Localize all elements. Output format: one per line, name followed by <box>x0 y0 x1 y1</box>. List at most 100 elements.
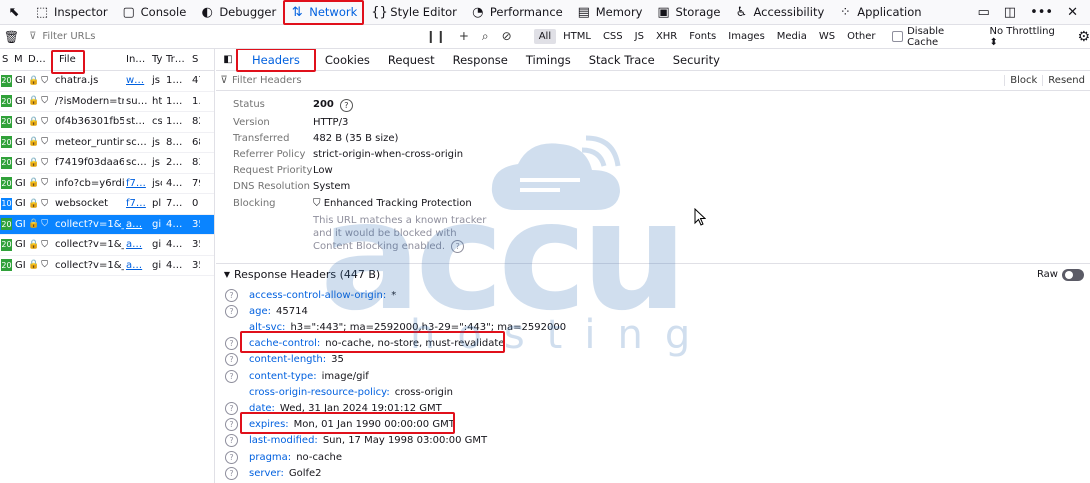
block-icon[interactable]: ⊘ <box>502 29 512 44</box>
toggle-switch[interactable] <box>1062 268 1084 281</box>
request-list: S M D… File In… Ty Tr… S 20 GI 🔒 ⛉ chatra.js… <box>0 49 215 483</box>
table-row[interactable]: 20GI🔒⛉ collect?v=1&_a…gi 4… 35 <box>0 214 214 235</box>
initiator-cell[interactable]: a… <box>124 239 150 250</box>
filter-urls-input[interactable] <box>42 31 408 42</box>
responsive-mode-icon[interactable]: ▭ <box>977 5 989 20</box>
table-row[interactable]: 10 GI 🔒 ⛉ websocket f7… pl 7… 0 <box>0 194 214 215</box>
toggle-pane-icon[interactable]: ◧ <box>220 54 236 65</box>
table-row[interactable]: 20GI🔒⛉ meteor_runtimsc… js 8… 68 <box>0 133 214 153</box>
tab-accessibility[interactable]: ♿ Accessibility <box>728 0 832 25</box>
table-row[interactable]: 20GI🔒⛉ 0f4b36301fb5st… cs 1… 82 <box>0 112 214 133</box>
help-icon[interactable]: ? <box>451 240 465 253</box>
help-icon[interactable]: ? <box>225 369 238 383</box>
response-headers-section[interactable]: ▼ Response Headers (447 B) Raw <box>216 263 1090 285</box>
summary-transferred: Transferred 482 B (35 B size) <box>233 133 398 144</box>
header-value: 35 <box>331 354 344 366</box>
table-row[interactable]: 20GI🔒⛉ f7419f03daa6sc… js 2… 83 <box>0 153 214 174</box>
search-icon[interactable]: ⌕ <box>482 29 489 44</box>
tab-response[interactable]: Response <box>444 49 517 71</box>
raw-toggle[interactable]: Raw <box>1037 268 1084 281</box>
lock-icon: 🔒 <box>28 96 40 107</box>
help-icon[interactable]: ? <box>225 337 238 351</box>
initiator-cell[interactable]: w… <box>124 75 150 86</box>
more-options-icon[interactable]: ••• <box>1030 5 1053 20</box>
help-icon[interactable]: ? <box>225 418 238 432</box>
col-transferred[interactable]: Tr… <box>162 54 190 65</box>
response-header-row[interactable]: ? last-modified: Sun, 17 May 1998 03:00:00… <box>225 433 487 449</box>
col-domain[interactable]: D… <box>26 54 51 65</box>
table-row[interactable]: 20GI🔒⛉ info?cb=y6rdif7…jsc 4… 79 <box>0 174 214 194</box>
tab-headers[interactable]: Headers <box>236 49 316 72</box>
response-header-row[interactable]: ? access-control-allow-origin: * <box>225 287 396 303</box>
request-list-header: S M D… File In… Ty Tr… S <box>0 49 214 74</box>
add-icon[interactable]: + <box>459 29 469 44</box>
help-icon[interactable]: ? <box>225 304 238 318</box>
help-icon[interactable]: ? <box>225 288 238 302</box>
clear-trash-icon[interactable]: 🗑 <box>0 30 23 44</box>
response-header-row[interactable]: cross-origin-resource-policy: cross-origi… <box>225 384 453 400</box>
filter-media[interactable]: Media <box>772 29 812 44</box>
help-icon[interactable]: ? <box>225 353 238 367</box>
response-header-row[interactable]: ? pragma: no-cache <box>225 449 342 465</box>
tab-stack-trace[interactable]: Stack Trace <box>580 49 664 71</box>
help-icon[interactable]: ? <box>225 434 238 448</box>
initiator-cell[interactable]: a… <box>124 260 150 271</box>
resend-button[interactable]: Resend <box>1042 75 1090 86</box>
collapse-triangle-icon[interactable]: ▼ <box>220 270 234 279</box>
col-type[interactable]: Ty <box>150 54 162 65</box>
table-row[interactable]: 20GI🔒⛉ collect?v=1&_a…gi 4… 35 <box>0 256 214 276</box>
response-header-row[interactable]: ? server: Golfe2 <box>225 465 322 481</box>
col-method[interactable]: M <box>12 54 26 65</box>
initiator-cell[interactable]: f7… <box>124 178 150 189</box>
filter-all[interactable]: All <box>533 29 557 44</box>
col-status[interactable]: S <box>0 54 12 65</box>
tab-performance[interactable]: ◔ Performance <box>464 0 570 25</box>
help-icon[interactable]: ? <box>339 99 353 112</box>
filter-other[interactable]: Other <box>842 29 880 44</box>
col-size[interactable]: S <box>190 54 200 65</box>
help-icon[interactable]: ? <box>225 401 238 415</box>
tab-cookies[interactable]: Cookies <box>316 49 379 71</box>
response-header-row[interactable]: ? age: 45714 <box>225 303 308 319</box>
initiator-cell[interactable]: a… <box>124 219 150 230</box>
col-initiator[interactable]: In… <box>124 54 150 65</box>
mouse-cursor-icon <box>694 208 706 226</box>
tab-timings[interactable]: Timings <box>517 49 580 71</box>
gear-icon[interactable]: ⚙ <box>1077 29 1090 45</box>
checkbox-box[interactable] <box>892 31 904 42</box>
tab-label: Inspector <box>54 5 108 19</box>
filter-fonts[interactable]: Fonts <box>684 29 721 44</box>
disable-cache-checkbox[interactable]: Disable Cache <box>892 26 975 48</box>
help-icon[interactable]: ? <box>225 450 238 464</box>
element-picker-button[interactable]: ⬉ <box>0 0 28 25</box>
initiator-cell[interactable]: f7… <box>124 198 150 209</box>
tab-storage[interactable]: ▣ Storage <box>650 0 728 25</box>
filter-headers-input[interactable] <box>232 75 932 86</box>
pause-icon[interactable]: ❙❙ <box>426 29 446 44</box>
response-header-row[interactable]: ? content-length: 35 <box>225 352 344 368</box>
tab-inspector[interactable]: ⬚ Inspector <box>28 0 115 25</box>
response-header-row[interactable]: ? content-type: image/gif <box>225 368 369 384</box>
tab-security[interactable]: Security <box>664 49 729 71</box>
filter-html[interactable]: HTML <box>558 29 596 44</box>
table-row[interactable]: 20GI🔒⛉ /?isModern=truesu… ht 1… 1. <box>0 92 214 112</box>
table-row[interactable]: 20GI🔒⛉ collect?v=1&_a…gi 4… 35 <box>0 235 214 256</box>
table-row[interactable]: 20GI🔒⛉ chatra.js w…js 1… 47 <box>0 71 214 92</box>
filter-xhr[interactable]: XHR <box>651 29 682 44</box>
tab-request[interactable]: Request <box>379 49 444 71</box>
throttling-select[interactable]: No Throttling ⬍ <box>990 26 1064 48</box>
close-icon[interactable]: ✕ <box>1067 5 1078 20</box>
tab-network[interactable]: ⇅ Network <box>283 0 365 25</box>
filter-images[interactable]: Images <box>723 29 770 44</box>
tab-memory[interactable]: ▤ Memory <box>570 0 650 25</box>
dock-side-icon[interactable]: ◫ <box>1004 5 1016 20</box>
filter-js[interactable]: JS <box>630 29 649 44</box>
tab-style-editor[interactable]: {} Style Editor <box>364 0 464 25</box>
tab-application[interactable]: ⁘ Application <box>831 0 928 25</box>
filter-ws[interactable]: WS <box>814 29 840 44</box>
filter-css[interactable]: CSS <box>598 29 628 44</box>
block-button[interactable]: Block <box>1004 75 1042 86</box>
tab-console[interactable]: ▢ Console <box>115 0 194 25</box>
help-icon[interactable]: ? <box>225 466 238 480</box>
tab-debugger[interactable]: ◐ Debugger <box>193 0 283 25</box>
